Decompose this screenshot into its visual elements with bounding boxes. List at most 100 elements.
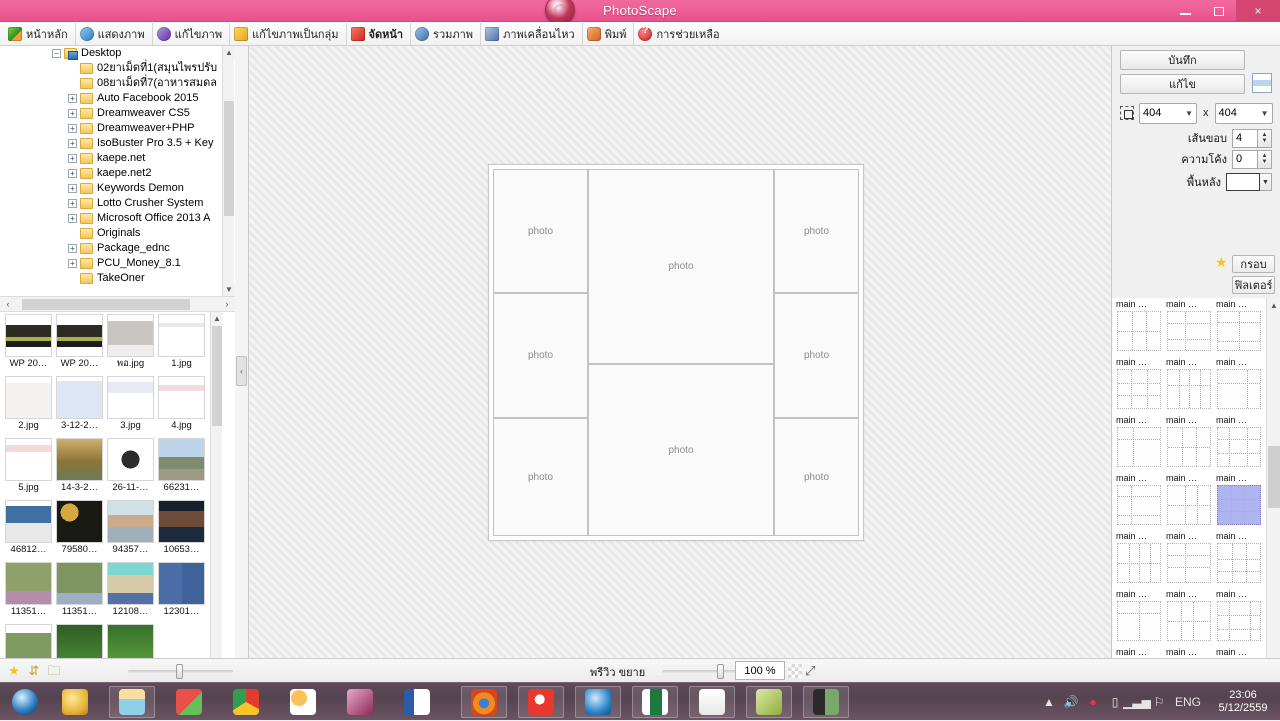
tab-viewer[interactable]: แสดงภาพ — [76, 22, 153, 45]
thumbnail-item[interactable]: 94357… — [106, 500, 155, 562]
background-color-swatch[interactable] — [1226, 173, 1260, 191]
tab-home[interactable]: หน้าหลัก — [4, 22, 76, 45]
thumbnail-image[interactable] — [107, 314, 154, 357]
taskbar-camcorder-button[interactable] — [803, 686, 849, 718]
thumbnail-image[interactable] — [107, 562, 154, 605]
signal-icon[interactable]: ▁▃▅ — [1123, 683, 1151, 721]
thumbnail-scrollbar[interactable]: ▲ ▼ — [210, 312, 223, 704]
chevron-left-icon[interactable]: ‹ — [0, 299, 16, 309]
folder-tree-item[interactable]: + IsoBuster Pro 3.5 + Key — [0, 136, 235, 151]
chevron-down-icon[interactable]: ▼ — [223, 283, 235, 296]
mega-icon[interactable]: ● — [1082, 683, 1104, 721]
folder-image-icon[interactable]: 🗀 — [46, 663, 62, 679]
star-icon[interactable]: ★ — [6, 663, 22, 679]
template-preview[interactable] — [1217, 601, 1261, 641]
tab-page-layout[interactable]: จัดหน้า — [347, 22, 412, 45]
thumbnail-item[interactable]: 46812… — [4, 500, 53, 562]
template-item[interactable]: main … — [1114, 356, 1164, 414]
tab-animated-gif[interactable]: ภาพเคลื่อนไหว — [481, 22, 583, 45]
thumbnail-image[interactable] — [107, 438, 154, 481]
thumbnail-item[interactable]: 1.jpg — [157, 314, 206, 376]
chevron-right-icon[interactable]: › — [219, 299, 235, 309]
thumbnail-image[interactable] — [56, 314, 103, 357]
template-list-scrollbar[interactable]: ▲ ▼ — [1266, 298, 1280, 704]
thumbnail-item[interactable]: WP 20… — [55, 314, 104, 376]
expand-icon[interactable]: + — [68, 124, 77, 133]
folder-tree-item[interactable]: TakeOner — [0, 271, 235, 286]
maximize-button[interactable] — [1202, 0, 1236, 22]
thumbnail-image[interactable] — [56, 562, 103, 605]
corner-round-input[interactable]: 0 — [1232, 149, 1258, 169]
thumbnail-image[interactable] — [5, 500, 52, 543]
thumbnail-image[interactable] — [5, 562, 52, 605]
clock[interactable]: 23:06 5/12/2559 — [1206, 683, 1280, 721]
save-button[interactable]: บันทึก — [1120, 50, 1245, 70]
template-item[interactable]: main … — [1114, 298, 1164, 356]
thumbnail-item[interactable]: 66231… — [157, 438, 206, 500]
taskbar-photoscape-button[interactable] — [689, 686, 735, 718]
transparency-icon[interactable] — [788, 664, 802, 678]
thumbnail-item[interactable]: 12301… — [157, 562, 206, 624]
template-item[interactable]: main … — [1214, 298, 1264, 356]
taskbar-gom-player-button[interactable] — [518, 686, 564, 718]
thumbnail-item[interactable]: 3.jpg — [106, 376, 155, 438]
expand-icon[interactable]: + — [68, 109, 77, 118]
fit-to-window-icon[interactable]: ⤢ — [805, 663, 820, 678]
thumbnail-item[interactable]: 11351… — [4, 562, 53, 624]
expand-icon[interactable]: + — [68, 199, 77, 208]
taskbar-notepad-plus-button[interactable] — [166, 686, 212, 718]
thumbnail-item[interactable]: 14-3-2… — [55, 438, 104, 500]
template-preview[interactable] — [1117, 485, 1161, 525]
show-hidden-icons-icon[interactable]: ▲ — [1038, 683, 1060, 721]
taskbar-nero-button[interactable] — [52, 686, 98, 718]
chevron-up-icon[interactable]: ▲ — [211, 312, 223, 325]
folder-tree-item[interactable]: + Lotto Crusher System — [0, 196, 235, 211]
thumbnail-item[interactable]: พอ.jpg — [106, 314, 155, 376]
template-item[interactable]: main … — [1214, 414, 1264, 472]
thumbnail-item[interactable]: WP 20… — [4, 314, 53, 376]
collage-page[interactable]: photo photo photo photo photo photo phot… — [488, 164, 864, 541]
language-indicator[interactable]: ENG — [1170, 683, 1206, 721]
thumbnail-item[interactable]: 5.jpg — [4, 438, 53, 500]
expand-icon[interactable]: + — [68, 139, 77, 148]
action-center-icon[interactable]: ⚐ — [1148, 683, 1170, 721]
thumbnail-item[interactable]: 26-11-… — [106, 438, 155, 500]
corner-round-stepper[interactable]: ▲ ▼ — [1258, 149, 1272, 169]
tab-editor[interactable]: แก้ไขภาพ — [153, 22, 231, 45]
template-preview[interactable] — [1167, 427, 1211, 467]
thumbnail-item[interactable]: 11351… — [55, 562, 104, 624]
chevron-down-icon[interactable]: ▼ — [1260, 173, 1272, 191]
thumbnail-image[interactable] — [5, 314, 52, 357]
template-preview[interactable] — [1167, 369, 1211, 409]
border-width-input[interactable]: 4 — [1232, 128, 1258, 148]
taskbar-word-button[interactable] — [394, 686, 440, 718]
width-select[interactable]: 404 ▼ — [1139, 102, 1197, 124]
template-preview[interactable] — [1217, 485, 1261, 525]
template-preview[interactable] — [1167, 485, 1211, 525]
template-item[interactable]: main … — [1214, 530, 1264, 588]
expand-icon[interactable]: + — [68, 154, 77, 163]
taskbar-media-player-button[interactable] — [575, 686, 621, 718]
thumbnail-image[interactable] — [158, 376, 205, 419]
template-preview[interactable] — [1217, 369, 1261, 409]
thumbnail-image[interactable] — [158, 500, 205, 543]
thumbnail-item[interactable]: 10653… — [157, 500, 206, 562]
template-preview[interactable] — [1167, 311, 1211, 351]
taskbar-file-explorer-button[interactable] — [109, 686, 155, 718]
expand-icon[interactable]: + — [68, 184, 77, 193]
thumbnail-image[interactable] — [56, 376, 103, 419]
taskbar-excel-button[interactable] — [632, 686, 678, 718]
folder-tree-item[interactable]: + kaepe.net2 — [0, 166, 235, 181]
tab-batch-editor[interactable]: แก้ไขภาพเป็นกลุ่ม — [230, 22, 347, 45]
border-width-stepper[interactable]: ▲ ▼ — [1258, 128, 1272, 148]
template-list[interactable]: main … main … main … main … main … main … main… — [1112, 298, 1267, 704]
template-preview[interactable] — [1117, 543, 1161, 583]
thumbnail-image[interactable] — [158, 438, 205, 481]
panel-splitter[interactable]: ‹ — [235, 46, 249, 658]
expand-icon[interactable]: + — [68, 259, 77, 268]
folder-tree-item[interactable]: + Package_ednc — [0, 241, 235, 256]
thumbnail-image[interactable] — [56, 500, 103, 543]
template-item[interactable]: main … — [1114, 414, 1164, 472]
folder-tree-item[interactable]: Originals — [0, 226, 235, 241]
close-button[interactable]: × — [1236, 0, 1280, 22]
